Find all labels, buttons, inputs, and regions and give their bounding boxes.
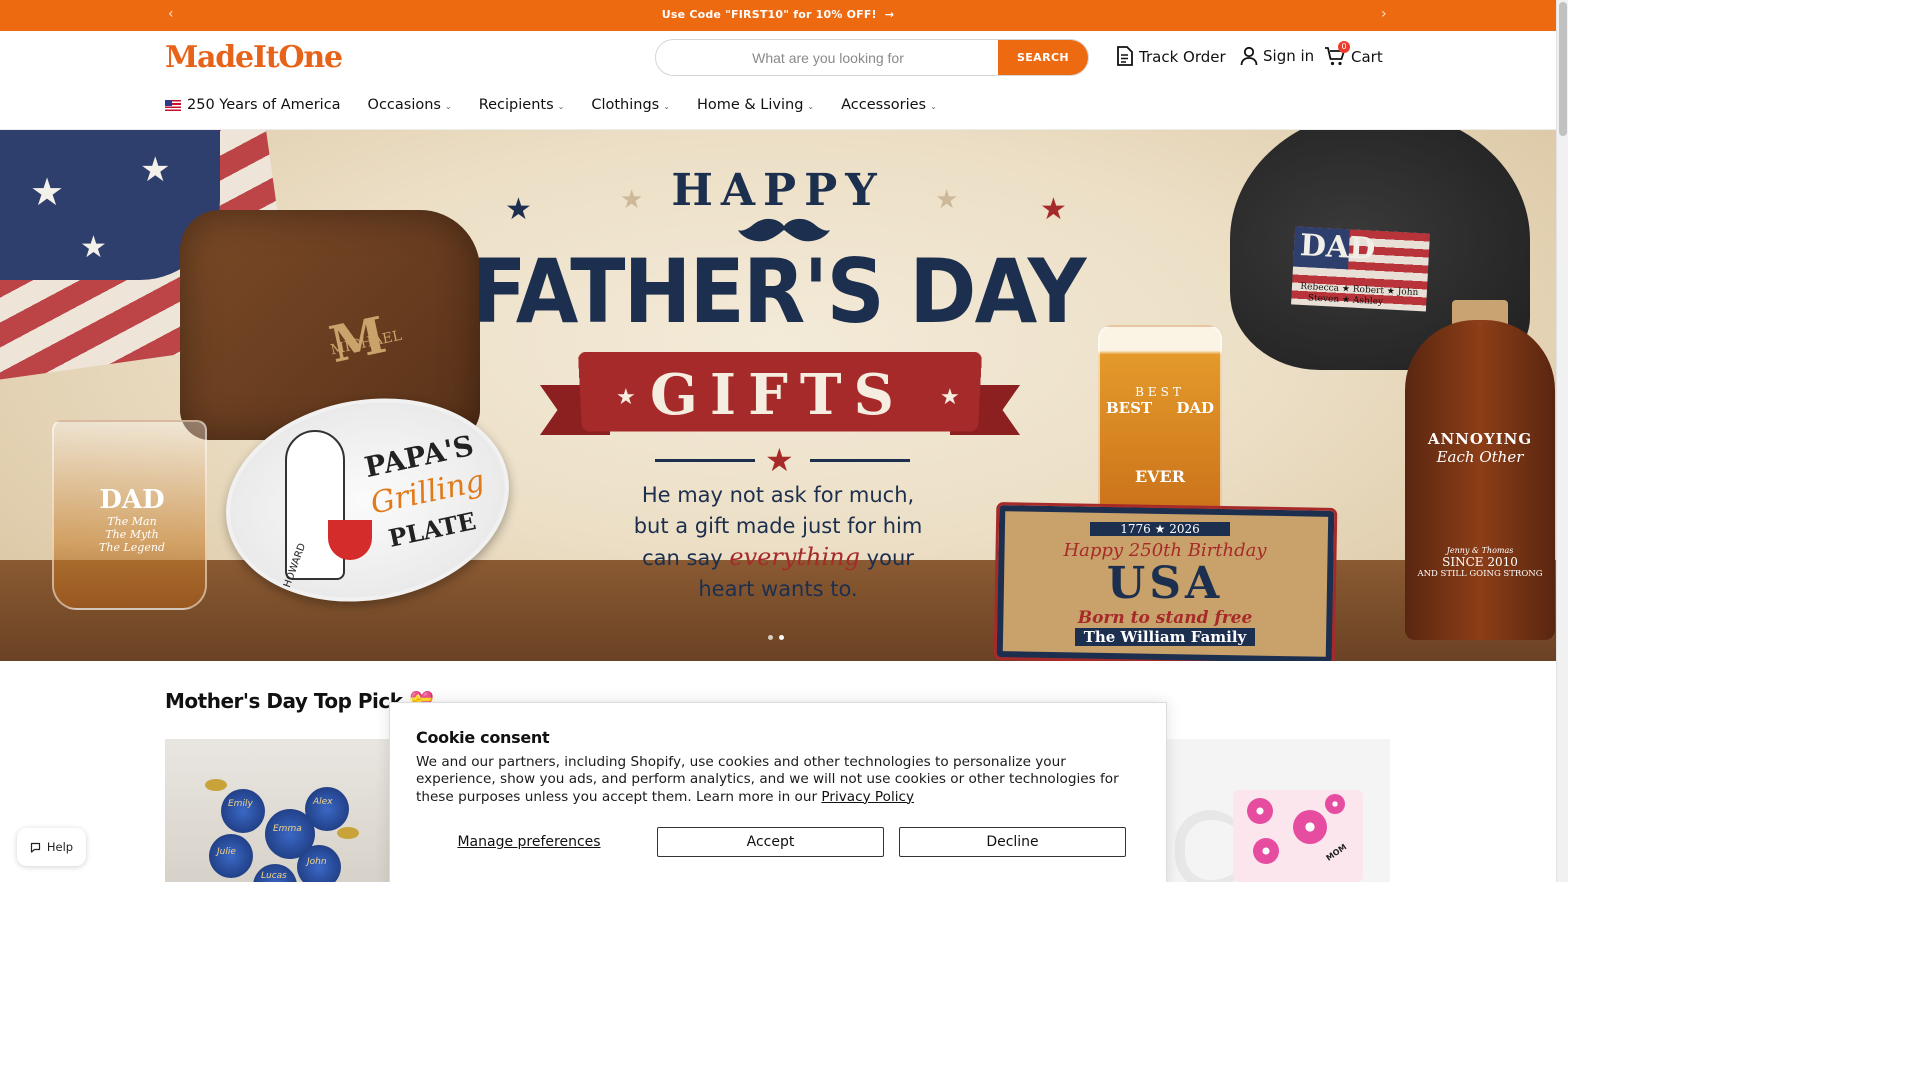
tagline-line: He may not ask for much, <box>641 483 915 507</box>
leaf-shape <box>205 779 227 791</box>
slider-dot-active[interactable] <box>779 635 784 640</box>
slider-dots <box>768 635 784 640</box>
site-logo[interactable]: MadeItOne <box>165 40 343 75</box>
mat-text: Born to stand free <box>1077 608 1253 628</box>
decline-button[interactable]: Decline <box>899 827 1126 857</box>
cart-count-badge: 0 <box>1338 41 1350 53</box>
rose-name: Emily <box>228 799 253 809</box>
nav-item-label: Home & Living <box>696 97 804 113</box>
hero-divider <box>810 459 910 462</box>
mug-text: MOM <box>1324 842 1349 863</box>
bottle-label: ANNOYING Each Other Jenny & Thomas SINCE… <box>1405 430 1555 579</box>
product-card[interactable]: Emily Alex Emma Julie John Lucas <box>165 739 405 882</box>
beer-text: BEST <box>1106 399 1153 417</box>
bottle-text: SINCE 2010 <box>1442 555 1518 569</box>
nav-item-250-years[interactable]: 250 Years of America <box>165 97 341 113</box>
cart-link[interactable]: Cart <box>1324 46 1383 67</box>
help-button[interactable]: Help <box>17 828 86 866</box>
nav-item-recipients[interactable]: Recipients ⌄ <box>479 97 565 113</box>
hero-divider <box>655 459 755 462</box>
cookie-consent-dialog: Cookie consent We and our partners, incl… <box>389 702 1167 882</box>
bottle-text: AND STILL GOING STRONG <box>1417 569 1543 579</box>
privacy-policy-link[interactable]: Privacy Policy <box>821 789 914 805</box>
bottle-text: ANNOYING <box>1427 430 1533 448</box>
cookie-body-text: We and our partners, including Shopify, … <box>416 754 1119 805</box>
arrow-right-icon: → <box>884 8 895 21</box>
announcement-message-link[interactable]: Use Code "FIRST10" for 10% OFF! → <box>0 8 1556 21</box>
search-bar: SEARCH <box>655 39 1089 76</box>
tagline-emphasis: everything <box>729 543 860 571</box>
user-icon <box>1240 46 1258 66</box>
tagline-part: your <box>860 546 914 570</box>
search-input[interactable] <box>656 40 1000 75</box>
flower-shape <box>1293 810 1327 844</box>
nav-item-label: Occasions <box>367 97 441 113</box>
bottle-text: Jenny & Thomas <box>1446 546 1514 555</box>
leaf-shape <box>337 827 359 839</box>
chevron-down-icon: ⌄ <box>930 101 937 111</box>
rose-name: John <box>307 857 327 867</box>
nav-item-occasions[interactable]: Occasions ⌄ <box>368 97 452 113</box>
nav-item-accessories[interactable]: Accessories ⌄ <box>841 97 937 113</box>
hero-banner[interactable]: ★ ★ ★ M MICHAEL DAD The Man The Myth The… <box>0 130 1556 661</box>
chevron-down-icon: ⌄ <box>557 101 565 111</box>
announcement-next-arrow-icon[interactable]: › <box>1381 6 1387 22</box>
manage-preferences-button[interactable]: Manage preferences <box>416 827 642 857</box>
nav-item-label: Clothings <box>591 97 660 113</box>
us-flag-icon <box>165 99 181 111</box>
help-label: Help <box>46 840 74 854</box>
mat-family: The William Family <box>1075 628 1255 646</box>
beer-engraving: BEST BEST DAD EVER <box>1100 385 1220 486</box>
search-button[interactable]: SEARCH <box>998 40 1088 75</box>
chevron-down-icon: ⌄ <box>663 101 670 111</box>
tagline-part: can say <box>642 546 730 570</box>
sign-in-link[interactable]: Sign in <box>1240 46 1314 66</box>
beer-text: BEST <box>1135 385 1185 399</box>
nav-item-label: Recipients <box>478 97 554 113</box>
flower-shape <box>1325 794 1345 814</box>
rose-name: Julie <box>217 847 236 857</box>
track-order-label: Track Order <box>1139 47 1226 66</box>
rose-name: Alex <box>313 797 333 807</box>
cookie-title: Cookie consent <box>416 728 550 747</box>
bottle-text: Each Other <box>1436 448 1524 466</box>
nav-item-clothings[interactable]: Clothings ⌄ <box>591 97 670 113</box>
nav-item-label: 250 Years of America <box>187 97 341 113</box>
beer-text: EVER <box>1134 467 1186 486</box>
cart-label: Cart <box>1351 47 1383 66</box>
bottle-spacer <box>1405 466 1555 546</box>
nav-item-home-living[interactable]: Home & Living ⌄ <box>697 97 814 113</box>
star-icon: ★ <box>765 441 794 479</box>
flower-shape <box>1247 798 1273 824</box>
cap-title: DAD <box>1299 228 1377 267</box>
mat-years: 1776 ★ 2026 <box>1090 522 1230 536</box>
scrollbar-thumb[interactable] <box>1559 2 1567 136</box>
sign-in-label: Sign in <box>1263 47 1315 65</box>
track-order-link[interactable]: Track Order <box>1115 46 1226 67</box>
slider-dot[interactable] <box>768 635 773 640</box>
rose-name: Emma <box>273 824 302 834</box>
beer-row: BEST DAD <box>1100 399 1220 417</box>
announcement-text: Use Code "FIRST10" for 10% OFF! <box>661 8 877 21</box>
page: ‹ Use Code "FIRST10" for 10% OFF! → › Ma… <box>0 0 1568 882</box>
chat-bubble-icon <box>30 842 40 853</box>
rose-name: Lucas <box>261 871 287 881</box>
cookie-body: We and our partners, including Shopify, … <box>416 754 1141 806</box>
document-icon <box>1117 46 1133 66</box>
main-nav: 250 Years of America Occasions ⌄ Recipie… <box>165 95 964 115</box>
chevron-down-icon: ⌄ <box>445 101 452 111</box>
announcement-bar: ‹ Use Code "FIRST10" for 10% OFF! → › <box>0 0 1556 31</box>
accept-button[interactable]: Accept <box>657 827 884 857</box>
beer-text: DAD <box>1176 399 1214 417</box>
flower-shape <box>1253 838 1279 864</box>
product-mug: MOM <box>1233 790 1363 882</box>
hero-gifts: GIFTS <box>650 362 906 428</box>
mat-usa: USA <box>1106 558 1224 609</box>
nav-item-label: Accessories <box>841 97 927 113</box>
page-scrollbar[interactable] <box>1556 0 1568 882</box>
rose-shape <box>221 789 265 833</box>
chevron-down-icon: ⌄ <box>807 101 815 111</box>
section-title-text: Mother's Day Top Pick <box>165 689 403 713</box>
